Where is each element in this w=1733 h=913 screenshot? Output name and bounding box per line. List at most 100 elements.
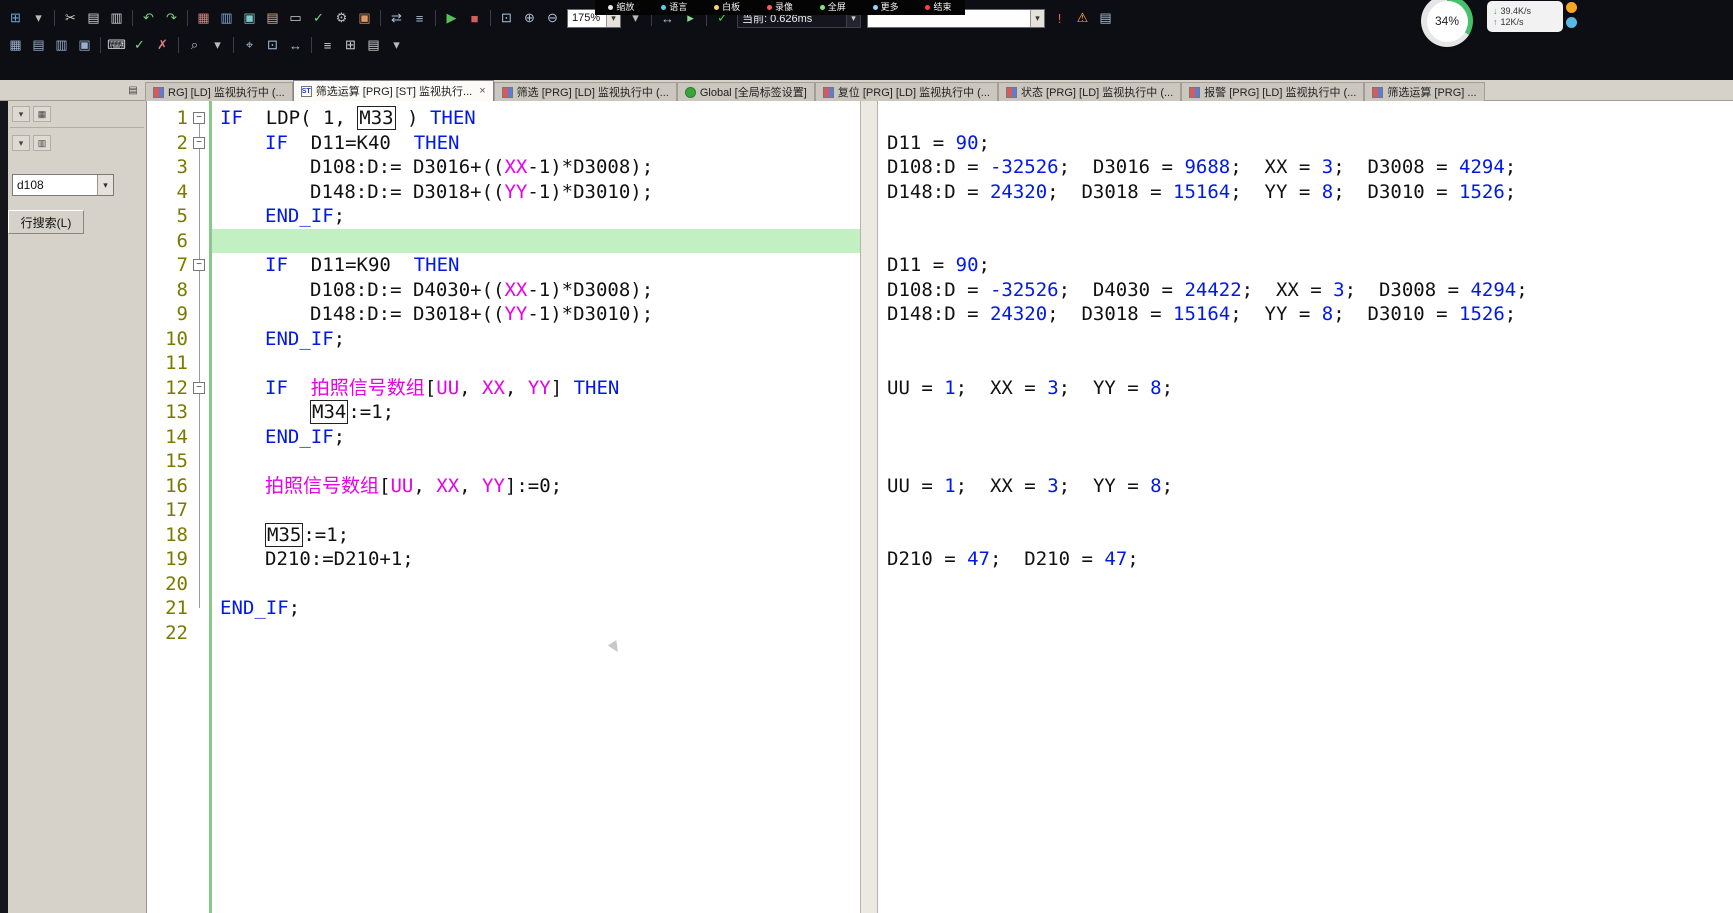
line-number[interactable]: 16 — [147, 474, 191, 499]
code-line-21[interactable]: END_IF; — [212, 596, 860, 621]
line-number[interactable]: 3 — [147, 155, 191, 180]
fold-collapse-icon[interactable]: − — [193, 259, 205, 271]
device-list-icon[interactable]: ≡ — [409, 8, 430, 28]
device-comment-icon[interactable]: ▭ — [285, 8, 306, 28]
whiteboard-recorder-button[interactable]: 白板 — [714, 3, 740, 12]
entry-ng-icon[interactable]: ✗ — [152, 35, 173, 55]
view-caret-icon[interactable]: ▾ — [386, 35, 407, 55]
code-line-6[interactable] — [212, 229, 860, 254]
tab-5[interactable]: 复位 [PRG] [LD] 监视执行中 (... — [815, 82, 998, 101]
label-editor-icon[interactable]: ▤ — [262, 8, 283, 28]
find-caret-icon[interactable]: ▾ — [207, 35, 228, 55]
fit-width-icon[interactable]: ↔ — [285, 35, 306, 55]
line-number[interactable]: 14 — [147, 425, 191, 450]
code-line-11[interactable] — [212, 351, 860, 376]
list-view-icon[interactable]: ≡ — [317, 35, 338, 55]
line-number[interactable]: 10 — [147, 327, 191, 352]
zoom-out-icon[interactable]: ⊖ — [542, 8, 563, 28]
ladder-editor-icon[interactable]: ▦ — [193, 8, 214, 28]
tab-6[interactable]: 状态 [PRG] [LD] 监视执行中 (... — [998, 82, 1181, 101]
keyboard-entry-icon[interactable]: ⌨ — [106, 35, 127, 55]
code-line-13[interactable]: M34:=1; — [212, 400, 860, 425]
line-number[interactable]: 4 — [147, 180, 191, 205]
line-number[interactable]: 9 — [147, 302, 191, 327]
tab-1[interactable]: RG] [LD] 监视执行中 (... — [145, 82, 293, 101]
code-line-2[interactable]: IF D11=K40 THEN — [212, 131, 860, 156]
line-number[interactable]: 8 — [147, 278, 191, 303]
code-line-5[interactable]: END_IF; — [212, 204, 860, 229]
tab-3[interactable]: 筛选 [PRG] [LD] 监视执行中 (... — [494, 82, 677, 101]
window-tile-vertical-icon[interactable]: ▥ — [51, 35, 72, 55]
stop-recorder-button[interactable]: 结束 — [925, 3, 951, 12]
zoom-in-icon[interactable]: ⊕ — [519, 8, 540, 28]
cross-reference-icon[interactable]: ⇄ — [386, 8, 407, 28]
record-recorder-button[interactable]: 录像 — [767, 3, 793, 12]
code-line-17[interactable] — [212, 498, 860, 523]
rebuild-all-icon[interactable]: ▣ — [354, 8, 375, 28]
panel-menu-button[interactable]: ▤ — [126, 83, 140, 97]
undo-icon[interactable]: ↶ — [138, 8, 159, 28]
line-number[interactable]: 18 — [147, 523, 191, 548]
check-program-icon[interactable]: ✓ — [308, 8, 329, 28]
code-line-18[interactable]: M35:=1; — [212, 523, 860, 548]
redo-icon[interactable]: ↷ — [161, 8, 182, 28]
line-number[interactable]: 1 — [147, 106, 191, 131]
code-line-7[interactable]: IF D11=K90 THEN — [212, 253, 860, 278]
copy-icon[interactable]: ▤ — [83, 8, 104, 28]
line-number[interactable]: 21 — [147, 596, 191, 621]
window-tile-horizontal-icon[interactable]: ▤ — [28, 35, 49, 55]
cut-icon[interactable]: ✂ — [60, 8, 81, 28]
line-number[interactable]: 20 — [147, 572, 191, 597]
fold-collapse-icon[interactable]: − — [193, 112, 205, 124]
error-list-icon[interactable]: ! — [1049, 8, 1070, 28]
line-number[interactable]: 2 — [147, 131, 191, 156]
st-code-editor[interactable]: 12345678910111213141516171819202122 −−−−… — [147, 101, 860, 913]
filter-option-icon[interactable]: ▥ — [33, 135, 51, 151]
code-line-3[interactable]: D108:D:= D3016+((XX-1)*D3008); — [212, 155, 860, 180]
code-line-10[interactable]: END_IF; — [212, 327, 860, 352]
line-number[interactable]: 13 — [147, 400, 191, 425]
frame-select-icon[interactable]: ⊡ — [262, 35, 283, 55]
watch-window-icon[interactable]: ▣ — [74, 35, 95, 55]
line-number[interactable]: 5 — [147, 204, 191, 229]
fullscreen-recorder-button[interactable]: 全屏 — [820, 3, 846, 12]
window-menu-caret-icon[interactable]: ▾ — [28, 8, 49, 28]
language-recorder-button[interactable]: 语言 — [661, 3, 687, 12]
code-line-20[interactable] — [212, 572, 860, 597]
dock-caret-icon[interactable]: ▾ — [12, 106, 30, 122]
window-cascade-icon[interactable]: ▦ — [5, 35, 26, 55]
convert-icon[interactable]: ⚙ — [331, 8, 352, 28]
jump-target-icon[interactable]: ⌖ — [239, 35, 260, 55]
overlay-button-orange[interactable] — [1566, 2, 1577, 13]
line-number[interactable]: 19 — [147, 547, 191, 572]
paste-icon[interactable]: ▥ — [106, 8, 127, 28]
code-line-8[interactable]: D108:D:= D4030+((XX-1)*D3008); — [212, 278, 860, 303]
more-recorder-button[interactable]: 更多 — [873, 3, 899, 12]
chevron-down-icon[interactable]: ▾ — [97, 175, 113, 195]
line-number[interactable]: 17 — [147, 498, 191, 523]
code-line-4[interactable]: D148:D:= D3018+((YY-1)*D3010); — [212, 180, 860, 205]
overlay-button-blue[interactable] — [1566, 17, 1577, 28]
detail-view-icon[interactable]: ▤ — [363, 35, 384, 55]
code-line-12[interactable]: IF 拍照信号数组[UU, XX, YY] THEN — [212, 376, 860, 401]
dock-panel-icon[interactable]: ▦ — [33, 106, 51, 122]
monitor-stop-icon[interactable]: ■ — [464, 8, 485, 28]
line-number[interactable]: 11 — [147, 351, 191, 376]
filter-caret-icon[interactable]: ▾ — [12, 135, 30, 151]
code-line-19[interactable]: D210:=D210+1; — [212, 547, 860, 572]
chevron-down-icon[interactable]: ▾ — [1030, 10, 1044, 27]
warning-list-icon[interactable]: ⚠ — [1072, 8, 1093, 28]
find-icon[interactable]: ⌕ — [184, 35, 205, 55]
line-search-button[interactable]: 行搜索(L) — [8, 210, 84, 234]
code-line-1[interactable]: IF LDP( 1, M33 ) THEN — [212, 106, 860, 131]
zoom-fit-icon[interactable]: ⊡ — [496, 8, 517, 28]
tab-7[interactable]: 报警 [PRG] [LD] 监视执行中 (... — [1181, 82, 1364, 101]
code-line-15[interactable] — [212, 449, 860, 474]
fold-collapse-icon[interactable]: − — [193, 137, 205, 149]
zoom-recorder-button[interactable]: 缩放 — [608, 3, 634, 12]
editor-monitor-splitter[interactable] — [860, 101, 878, 913]
tab-8[interactable]: 筛选运算 [PRG] ... — [1364, 82, 1484, 101]
code-area[interactable]: IF LDP( 1, M33 ) THENIF D11=K40 THEND108… — [212, 106, 860, 913]
code-line-14[interactable]: END_IF; — [212, 425, 860, 450]
tab-2[interactable]: ST筛选运算 [PRG] [ST] 监视执行...× — [293, 80, 494, 101]
